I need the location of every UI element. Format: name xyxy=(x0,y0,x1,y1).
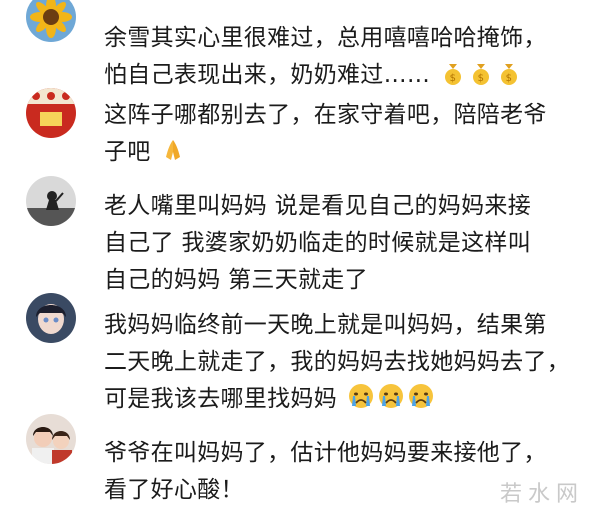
crying-face-icon xyxy=(347,382,375,422)
comment-line: 爷爷在叫妈妈了，估计他妈妈要来接他了， xyxy=(104,440,547,466)
comment-line: 老人嘴里叫妈妈 说是看见自己的妈妈来接 xyxy=(104,193,532,219)
comment-line: 可是我该去哪里找妈妈 xyxy=(104,381,584,422)
avatar[interactable] xyxy=(26,88,76,138)
comment-line: 这阵子哪都别去了，在家守着吧，陪陪老爷 xyxy=(104,102,547,128)
comment-line: 怕自己表现出来，奶奶难过…… $ $ $ xyxy=(104,57,584,98)
svg-text:$: $ xyxy=(449,73,456,84)
comment-text: 余雪其实心里很难过，总用嘻嘻哈哈掩饰， 怕自己表现出来，奶奶难过…… $ $ $ xyxy=(104,20,584,98)
comment-line: 子吧 xyxy=(104,134,584,175)
comment-text: 这阵子哪都别去了，在家守着吧，陪陪老爷 子吧 xyxy=(104,97,584,175)
comment-line: 余雪其实心里很难过，总用嘻嘻哈哈掩饰， xyxy=(104,25,547,51)
comment-line-text: 子吧 xyxy=(104,139,151,165)
comment-text: 我妈妈临终前一天晚上就是叫妈妈，结果第 二天晚上就走了，我的妈妈去找她妈妈去了，… xyxy=(104,307,584,422)
svg-text:$: $ xyxy=(505,73,512,84)
crying-face-icon xyxy=(377,382,405,422)
comment-line: 自己了 我婆家奶奶临走的时候就是这样叫 xyxy=(104,230,532,256)
avatar[interactable] xyxy=(26,414,76,464)
comment-text: 老人嘴里叫妈妈 说是看见自己的妈妈来接 自己了 我婆家奶奶临走的时候就是这样叫 … xyxy=(104,188,584,299)
comment-line-text: 怕自己表现出来，奶奶难过…… xyxy=(104,62,431,88)
comment-line: 自己的妈妈 第三天就走了 xyxy=(104,267,368,293)
crying-face-icon xyxy=(407,382,435,422)
comment-line-text: 可是我该去哪里找妈妈 xyxy=(104,386,337,412)
svg-text:$: $ xyxy=(477,73,484,84)
watermark: 若水网 xyxy=(499,482,584,507)
avatar[interactable] xyxy=(26,176,76,226)
comment-line: 我妈妈临终前一天晚上就是叫妈妈，结果第 xyxy=(104,312,547,338)
avatar[interactable] xyxy=(26,293,76,343)
money-bag-icon: $ xyxy=(440,60,466,98)
comment-line: 二天晚上就走了，我的妈妈去找她妈妈去了， xyxy=(104,349,570,375)
avatar[interactable] xyxy=(26,0,76,42)
folded-hands-icon xyxy=(160,137,186,175)
money-bag-icon: $ xyxy=(468,60,494,98)
money-bag-icon: $ xyxy=(496,60,522,98)
